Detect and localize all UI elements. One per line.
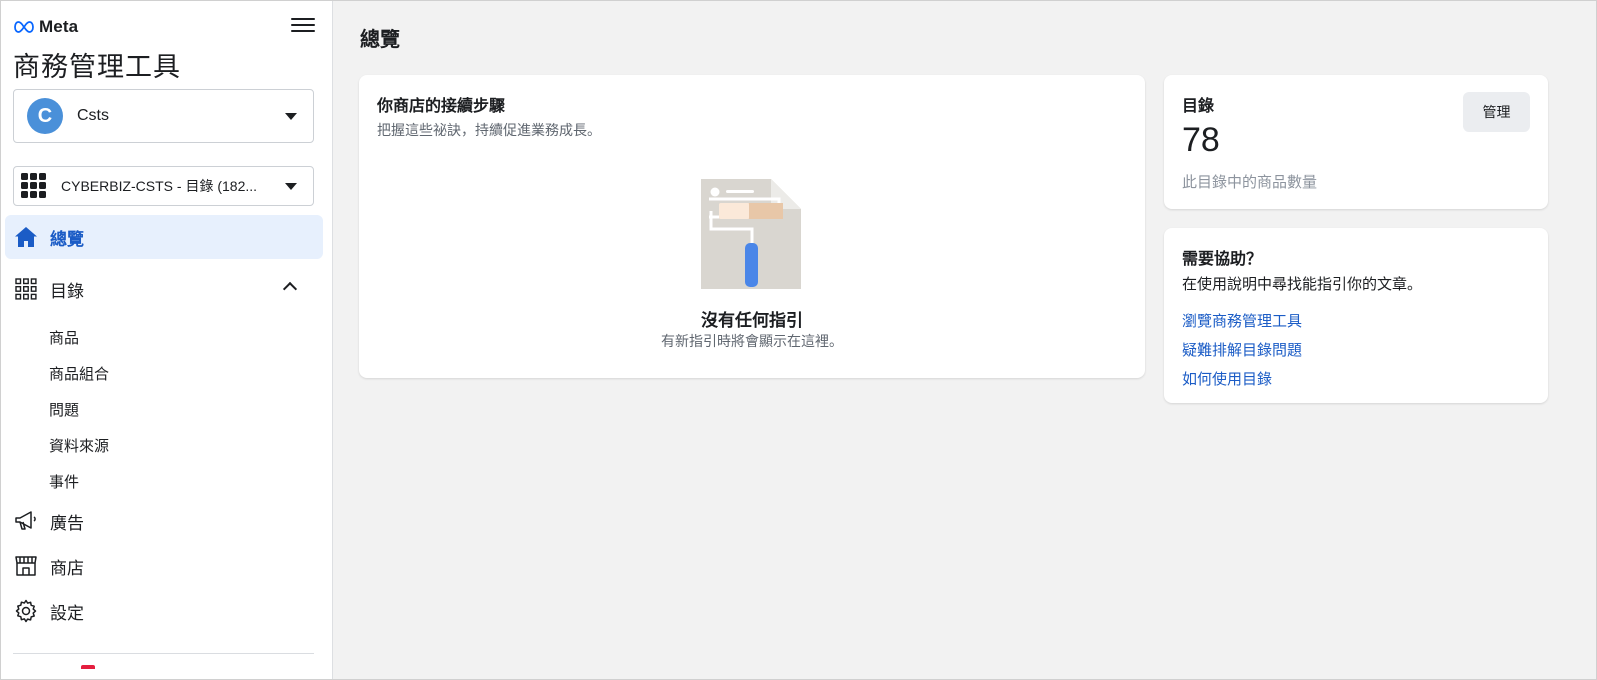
sidebar-divider xyxy=(13,653,314,654)
empty-state-title: 沒有任何指引 xyxy=(701,311,803,330)
meta-infinity-icon xyxy=(14,21,34,33)
nav-sub-issues[interactable]: 問題 xyxy=(49,399,79,420)
caret-down-icon xyxy=(285,113,297,120)
nav-shop-label: 商店 xyxy=(50,558,84,578)
catalog-selector-label: CYBERBIZ-CSTS - 目錄 (182... xyxy=(61,178,258,194)
nav-shop[interactable]: 商店 xyxy=(5,544,323,588)
business-selector[interactable]: C Csts xyxy=(13,89,314,143)
nav-catalog[interactable]: 目錄 xyxy=(5,267,323,311)
product-count-label: 此目錄中的商品數量 xyxy=(1182,174,1318,191)
meta-logo[interactable]: Meta xyxy=(12,17,78,37)
menu-icon[interactable] xyxy=(291,16,315,38)
nav-overview[interactable]: 總覽 xyxy=(5,215,323,259)
nav-ads[interactable]: 廣告 xyxy=(5,499,323,543)
nav-ads-label: 廣告 xyxy=(50,513,84,533)
notification-badge xyxy=(81,665,95,669)
sidebar: Meta 商務管理工具 C Csts CYBERBIZ-CSTS - 目錄 (1… xyxy=(1,1,333,679)
nav-catalog-label: 目錄 xyxy=(50,281,84,301)
nav-settings[interactable]: 設定 xyxy=(5,589,323,633)
nav-sub-products[interactable]: 商品 xyxy=(49,327,79,348)
catalog-grid-icon xyxy=(21,173,47,199)
caret-down-icon xyxy=(285,183,297,190)
manage-button[interactable]: 管理 xyxy=(1463,92,1530,132)
nav-sub-product-sets[interactable]: 商品組合 xyxy=(49,363,109,384)
nav-settings-label: 設定 xyxy=(50,603,84,623)
business-name: Csts xyxy=(77,107,109,124)
business-avatar: C xyxy=(27,98,63,134)
help-link-troubleshoot-catalog[interactable]: 疑難排解目錄問題 xyxy=(1182,339,1302,360)
nav-overview-label: 總覽 xyxy=(50,229,84,249)
gear-icon xyxy=(13,598,39,624)
catalog-card-title: 目錄 xyxy=(1182,98,1215,115)
paint-roller-illustration xyxy=(701,179,801,289)
catalog-selector[interactable]: CYBERBIZ-CSTS - 目錄 (182... xyxy=(13,166,314,206)
product-count: 78 xyxy=(1182,121,1220,159)
next-steps-subtitle: 把握這些祕訣，持續促進業務成長。 xyxy=(377,122,601,138)
help-card-subtitle: 在使用說明中尋找能指引你的文章。 xyxy=(1182,276,1423,293)
nav-sub-events[interactable]: 事件 xyxy=(49,471,79,492)
help-card-title: 需要協助？ xyxy=(1182,251,1263,268)
chevron-up-icon[interactable] xyxy=(282,281,298,297)
next-steps-title: 你商店的接續步驟 xyxy=(377,98,506,115)
meta-wordmark: Meta xyxy=(39,17,79,36)
app-title: 商務管理工具 xyxy=(13,52,181,82)
empty-state-subtitle: 有新指引時將會顯示在這裡。 xyxy=(661,333,843,349)
megaphone-icon xyxy=(13,508,39,534)
help-card: 需要協助？ 在使用說明中尋找能指引你的文章。 瀏覽商務管理工具 疑難排解目錄問題… xyxy=(1164,228,1548,403)
storefront-icon xyxy=(13,553,39,579)
home-icon xyxy=(13,224,39,250)
help-link-browse-commerce-manager[interactable]: 瀏覽商務管理工具 xyxy=(1182,310,1302,331)
catalog-summary-card: 目錄 管理 78 此目錄中的商品數量 xyxy=(1164,75,1548,209)
apps-grid-icon xyxy=(13,276,39,302)
next-steps-card: 你商店的接續步驟 把握這些祕訣，持續促進業務成長。 沒有任何指引 有新指引時將會… xyxy=(359,75,1145,378)
help-link-how-to-use-catalog[interactable]: 如何使用目錄 xyxy=(1182,368,1302,389)
page-title: 總覽 xyxy=(360,29,400,51)
nav-sub-data-sources[interactable]: 資料來源 xyxy=(49,435,109,456)
